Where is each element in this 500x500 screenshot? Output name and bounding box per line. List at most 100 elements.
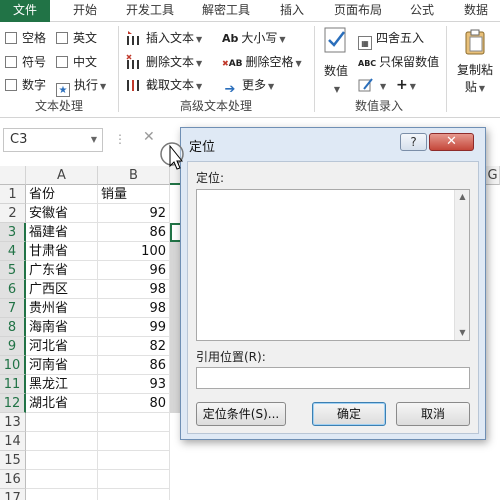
keep-values-button[interactable]: ABC 只保留数值: [358, 52, 439, 72]
row-header[interactable]: 11: [0, 375, 26, 394]
sales-cell[interactable]: [98, 470, 170, 489]
goto-list[interactable]: ▲ ▼: [196, 189, 470, 341]
clipboard-icon: [452, 28, 498, 58]
reference-input[interactable]: [196, 367, 470, 389]
tab-page-layout[interactable]: 页面布局: [326, 0, 390, 22]
round-button[interactable]: ▦ 四舍五入: [358, 28, 424, 50]
plus-button[interactable]: + ▼: [396, 75, 416, 95]
tab-file[interactable]: 文件: [0, 0, 50, 22]
cancel-entry-button[interactable]: ✕: [143, 129, 155, 145]
province-cell[interactable]: 湖北省: [26, 394, 98, 413]
sales-cell[interactable]: 86: [98, 223, 170, 242]
dialog-title: 定位: [189, 140, 216, 155]
copy-paste-button[interactable]: 复制粘 贴 ▼: [452, 28, 498, 94]
sales-cell[interactable]: 98: [98, 280, 170, 299]
sales-cell[interactable]: 96: [98, 261, 170, 280]
chevron-down-icon: ▼: [409, 82, 416, 91]
sales-cell[interactable]: [98, 413, 170, 432]
province-cell[interactable]: 河南省: [26, 356, 98, 375]
province-cell[interactable]: [26, 432, 98, 451]
row-header[interactable]: 8: [0, 318, 26, 337]
cancel-button[interactable]: 取消: [396, 402, 470, 426]
case-button[interactable]: Ab 大小写 ▼: [222, 28, 286, 48]
sales-cell[interactable]: 99: [98, 318, 170, 337]
sales-cell[interactable]: 98: [98, 299, 170, 318]
row-header[interactable]: 3: [0, 223, 26, 242]
chinese-checkbox[interactable]: 中文: [56, 52, 97, 72]
row-header[interactable]: 17: [0, 489, 26, 500]
row-header[interactable]: 15: [0, 451, 26, 470]
column-header-a[interactable]: A: [26, 166, 98, 185]
insert-text-button[interactable]: 插入文本 ▼: [126, 28, 202, 48]
province-cell[interactable]: [26, 413, 98, 432]
column-header-g[interactable]: G: [486, 166, 500, 185]
chevron-down-icon: ▼: [268, 82, 275, 91]
tab-developer[interactable]: 开发工具: [118, 0, 182, 22]
ok-button[interactable]: 确定: [312, 402, 386, 426]
select-all-corner[interactable]: [0, 166, 26, 185]
header-cell-province[interactable]: 省份: [26, 185, 98, 204]
execute-button[interactable]: ★ 执行 ▼: [56, 75, 106, 97]
province-cell[interactable]: [26, 451, 98, 470]
sales-cell[interactable]: 86: [98, 356, 170, 375]
tab-home[interactable]: 开始: [60, 0, 110, 22]
group-separator: [446, 26, 447, 112]
delete-space-button[interactable]: ✖AB 删除空格 ▼: [222, 52, 302, 72]
special-button[interactable]: 定位条件(S)...: [196, 402, 286, 426]
province-cell[interactable]: 海南省: [26, 318, 98, 337]
sales-cell[interactable]: 92: [98, 204, 170, 223]
english-checkbox[interactable]: 英文: [56, 28, 97, 48]
sales-cell[interactable]: [98, 451, 170, 470]
sales-cell[interactable]: [98, 432, 170, 451]
name-box[interactable]: C3 ▼: [3, 128, 103, 152]
province-cell[interactable]: 黑龙江: [26, 375, 98, 394]
symbol-checkbox[interactable]: 符号: [5, 52, 46, 72]
space-checkbox[interactable]: 空格: [5, 28, 46, 48]
tab-data[interactable]: 数据: [454, 0, 498, 22]
round-icon: ▦: [358, 36, 372, 50]
sales-cell[interactable]: 80: [98, 394, 170, 413]
row-header[interactable]: 5: [0, 261, 26, 280]
province-cell[interactable]: [26, 489, 98, 500]
more-button[interactable]: ➔ 更多 ▼: [222, 75, 275, 97]
scroll-down-icon[interactable]: ▼: [455, 326, 470, 340]
scrollbar[interactable]: ▲ ▼: [454, 190, 469, 340]
sales-cell[interactable]: 100: [98, 242, 170, 261]
row-header[interactable]: 1: [0, 185, 26, 204]
sales-cell[interactable]: 82: [98, 337, 170, 356]
row-header[interactable]: 14: [0, 432, 26, 451]
row-header[interactable]: 9: [0, 337, 26, 356]
tab-formulas[interactable]: 公式: [400, 0, 444, 22]
number-checkbox[interactable]: 数字: [5, 75, 46, 95]
province-cell[interactable]: 安徽省: [26, 204, 98, 223]
tab-decrypt-tools[interactable]: 解密工具: [194, 0, 258, 22]
row-header[interactable]: 10: [0, 356, 26, 375]
cell-edit-button[interactable]: ▼: [358, 75, 386, 95]
province-cell[interactable]: 河北省: [26, 337, 98, 356]
drag-handle-icon[interactable]: ⋮: [114, 132, 126, 146]
row-header[interactable]: 16: [0, 470, 26, 489]
row-header[interactable]: 4: [0, 242, 26, 261]
extract-text-icon: [126, 77, 142, 93]
sales-cell[interactable]: 93: [98, 375, 170, 394]
close-button[interactable]: ✕: [429, 133, 474, 151]
row-header[interactable]: 7: [0, 299, 26, 318]
value-button[interactable]: 数值 ▼: [320, 26, 352, 94]
row-header[interactable]: 6: [0, 280, 26, 299]
sales-cell[interactable]: [98, 489, 170, 500]
delete-text-button[interactable]: 删除文本 ▼: [126, 52, 202, 72]
tab-insert[interactable]: 插入: [268, 0, 316, 22]
province-cell[interactable]: 广东省: [26, 261, 98, 280]
help-button[interactable]: ?: [400, 133, 427, 151]
row-header[interactable]: 13: [0, 413, 26, 432]
row-header[interactable]: 2: [0, 204, 26, 223]
province-cell[interactable]: 广西区: [26, 280, 98, 299]
header-cell-sales[interactable]: 销量: [98, 185, 170, 204]
province-cell[interactable]: [26, 470, 98, 489]
row-header[interactable]: 12: [0, 394, 26, 413]
province-cell[interactable]: 贵州省: [26, 299, 98, 318]
province-cell[interactable]: 福建省: [26, 223, 98, 242]
province-cell[interactable]: 甘肃省: [26, 242, 98, 261]
scroll-up-icon[interactable]: ▲: [455, 190, 470, 204]
extract-text-button[interactable]: 截取文本 ▼: [126, 75, 202, 95]
